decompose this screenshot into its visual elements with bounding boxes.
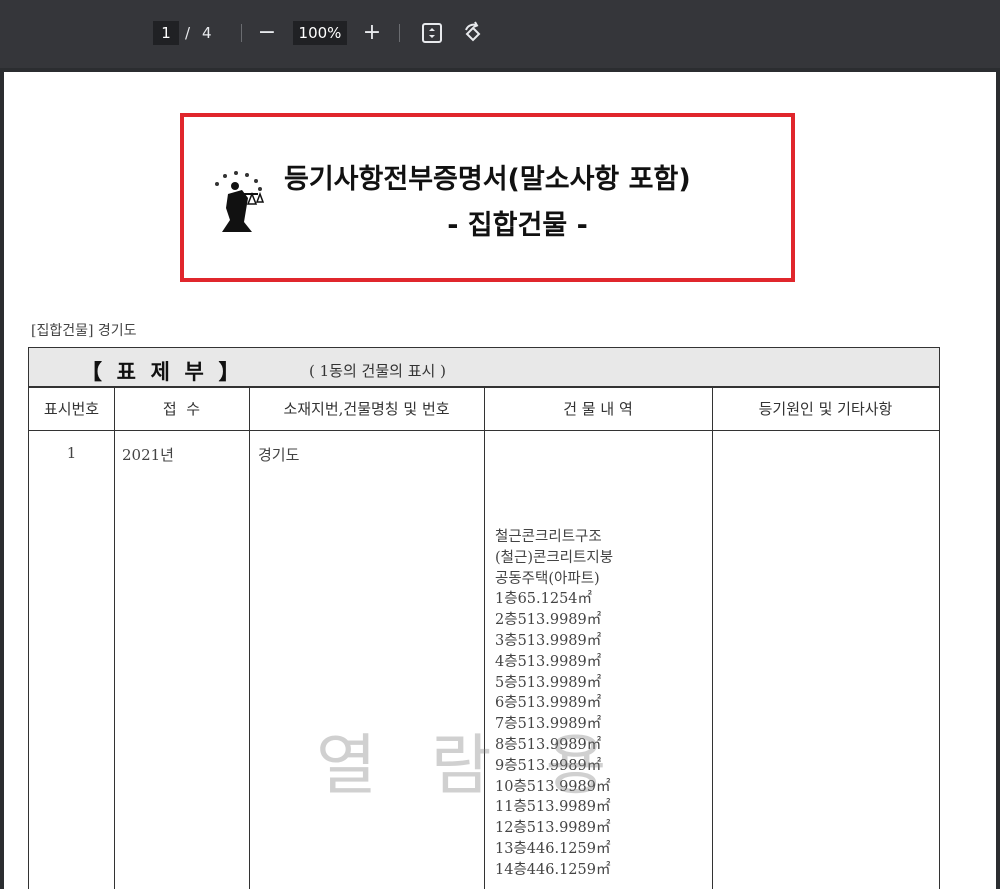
building-detail-line: 11층513.9989㎡ [495,799,611,816]
column-divider [249,388,250,889]
row-reception: 2021년 [122,446,174,464]
table-band: 【 표 제 부 】 ( 1동의 건물의 표시 ) [29,347,939,388]
document-page: 등기사항전부증명서(말소사항 포함) - 집합건물 - [집합건물] 경기도 【… [4,72,996,889]
column-divider [484,388,485,889]
document-title: 등기사항전부증명서(말소사항 포함) [284,164,691,195]
building-detail-line: 8층513.9989㎡ [495,736,602,753]
zoom-level-input[interactable]: 100% [293,21,347,45]
building-detail-line: 13층446.1259㎡ [495,840,611,857]
zoom-out-button[interactable]: − [256,21,278,45]
register-table: 【 표 제 부 】 ( 1동의 건물의 표시 ) 표시번호 접 수 소재지번,건… [28,347,940,889]
title-box: 등기사항전부증명서(말소사항 포함) - 집합건물 - [180,113,795,282]
building-details-list: 철근콘크리트구조 (철근)콘크리트지붕 공동주택(아파트) 1층65.1254㎡… [495,527,613,881]
rotate-icon[interactable] [461,21,485,45]
building-detail-line: (철근)콘크리트지붕 [495,549,614,566]
header-location: 소재지번,건물명칭 및 번호 [283,400,450,418]
fit-to-page-icon[interactable] [421,22,443,44]
page-separator: / [185,24,191,42]
building-detail-line: 3층513.9989㎡ [495,632,602,649]
zoom-in-button[interactable]: + [361,21,383,45]
pdf-toolbar: 1 / 4 − 100% + [0,0,1000,68]
toolbar-divider [399,24,400,42]
building-detail-line: 12층513.9989㎡ [495,820,611,837]
building-detail-line: 10층513.9989㎡ [495,778,611,795]
band-subtitle: ( 1동의 건물의 표시 ) [309,362,446,380]
total-pages: 4 [202,24,212,42]
column-divider [114,388,115,889]
building-detail-line: 6층513.9989㎡ [495,695,602,712]
building-detail-line: 1층65.1254㎡ [495,591,593,608]
building-detail-line: 9층513.9989㎡ [495,757,602,774]
building-detail-line: 4층513.9989㎡ [495,653,602,670]
document-subtitle: - 집합건물 - [447,210,588,241]
band-title: 【 표 제 부 】 [81,359,240,384]
column-divider [712,388,713,889]
building-detail-line: 7층513.9989㎡ [495,716,602,733]
header-reception: 접 수 [162,400,201,418]
header-building-details: 건 물 내 역 [563,400,633,418]
header-cause: 등기원인 및 기타사항 [758,400,893,418]
current-page-input[interactable]: 1 [153,21,179,45]
section-label: [집합건물] 경기도 [31,323,137,339]
row-location: 경기도 [258,446,300,464]
building-detail-line: 14층446.1259㎡ [495,861,611,878]
building-detail-line: 2층513.9989㎡ [495,612,602,629]
building-detail-line: 철근콘크리트구조 [495,529,602,545]
row-number: 1 [66,444,77,462]
toolbar-divider [241,24,242,42]
header-number: 표시번호 [43,400,100,418]
building-detail-line: 5층513.9989㎡ [495,674,602,691]
building-detail-line: 공동주택(아파트) [495,570,600,587]
